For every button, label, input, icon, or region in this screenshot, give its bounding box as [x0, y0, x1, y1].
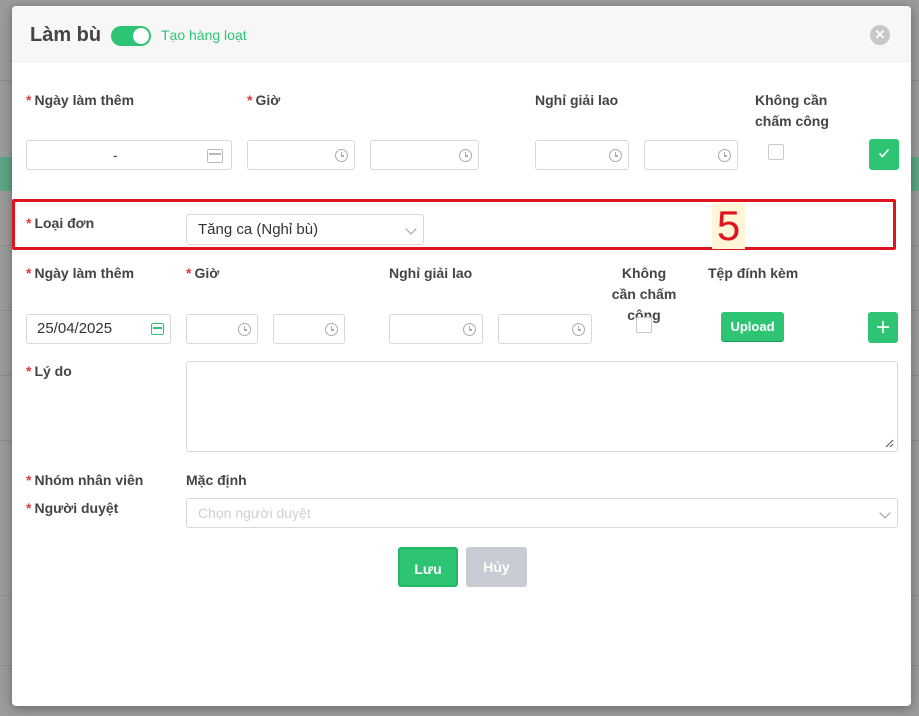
row1-no-timekeeping-checkbox[interactable] — [768, 144, 784, 160]
clock-icon — [459, 149, 472, 162]
approver-placeholder: Chọn người duyệt — [198, 505, 311, 521]
row1-date-label: * Ngày làm thêm — [26, 92, 135, 108]
row2-date-label: * Ngày làm thêm — [26, 265, 135, 281]
date-range-separator: - — [113, 147, 118, 163]
reason-textarea[interactable] — [186, 361, 898, 452]
clock-icon — [718, 149, 731, 162]
row2-date-input[interactable]: 25/04/2025 — [26, 314, 171, 344]
overtime-dialog: Làm bù Tạo hàng loạt ✕ * Ngày làm thêm * G… — [12, 6, 911, 706]
row1-time-label: * Giờ — [247, 92, 281, 108]
clock-icon — [463, 323, 476, 336]
upload-button[interactable]: Upload — [721, 312, 784, 341]
row1-time-end-input[interactable] — [370, 140, 479, 170]
dialog-title: Làm bù — [30, 24, 102, 46]
row2-break-start-input[interactable] — [389, 314, 483, 344]
cancel-button[interactable]: Hủy — [466, 547, 527, 587]
close-icon[interactable]: ✕ — [870, 25, 890, 45]
toggle-knob — [133, 28, 149, 44]
clock-icon — [238, 323, 251, 336]
approver-select[interactable]: Chọn người duyệt — [186, 498, 898, 528]
dialog-header: Làm bù Tạo hàng loạt ✕ — [12, 6, 911, 62]
plus-icon — [877, 321, 889, 333]
confirm-button[interactable] — [869, 139, 899, 170]
reason-label: * Lý do — [26, 363, 72, 379]
row2-attachment-label: Tệp đính kèm — [708, 265, 799, 281]
clock-icon — [572, 323, 585, 336]
add-row-button[interactable] — [868, 312, 898, 343]
row2-time-start-input[interactable] — [186, 314, 258, 344]
row1-break-label: Nghỉ giải lao — [535, 92, 619, 108]
calendar-icon — [207, 149, 223, 163]
row1-time-start-input[interactable] — [247, 140, 355, 170]
highlight-frame — [12, 199, 896, 250]
row2-time-end-input[interactable] — [273, 314, 345, 344]
clock-icon — [609, 149, 622, 162]
clock-icon — [335, 149, 348, 162]
bulk-create-label: Tạo hàng loạt — [161, 27, 247, 43]
bulk-create-toggle[interactable] — [111, 26, 151, 46]
row2-no-timekeeping-checkbox[interactable] — [636, 317, 652, 333]
row1-date-range-input[interactable]: - — [26, 140, 232, 170]
approver-label: * Người duyệt — [26, 500, 119, 516]
row2-break-end-input[interactable] — [498, 314, 592, 344]
row1-no-timekeeping-label: Không cần chấm công — [755, 92, 829, 129]
resize-handle-icon[interactable] — [885, 439, 894, 448]
step-number: 5 — [712, 203, 745, 249]
group-label: * Nhóm nhân viên — [26, 472, 144, 488]
group-value: Mặc định — [186, 472, 247, 488]
row1-break-end-input[interactable] — [644, 140, 738, 170]
chevron-down-icon — [879, 507, 891, 519]
calendar-icon — [151, 323, 164, 335]
row2-time-label: * Giờ — [186, 265, 220, 281]
save-button[interactable]: Lưu — [398, 547, 458, 587]
row2-date-value: 25/04/2025 — [37, 320, 113, 337]
row2-break-label: Nghỉ giải lao — [389, 265, 473, 281]
row1-break-start-input[interactable] — [535, 140, 629, 170]
check-icon — [878, 148, 890, 158]
clock-icon — [325, 323, 338, 336]
